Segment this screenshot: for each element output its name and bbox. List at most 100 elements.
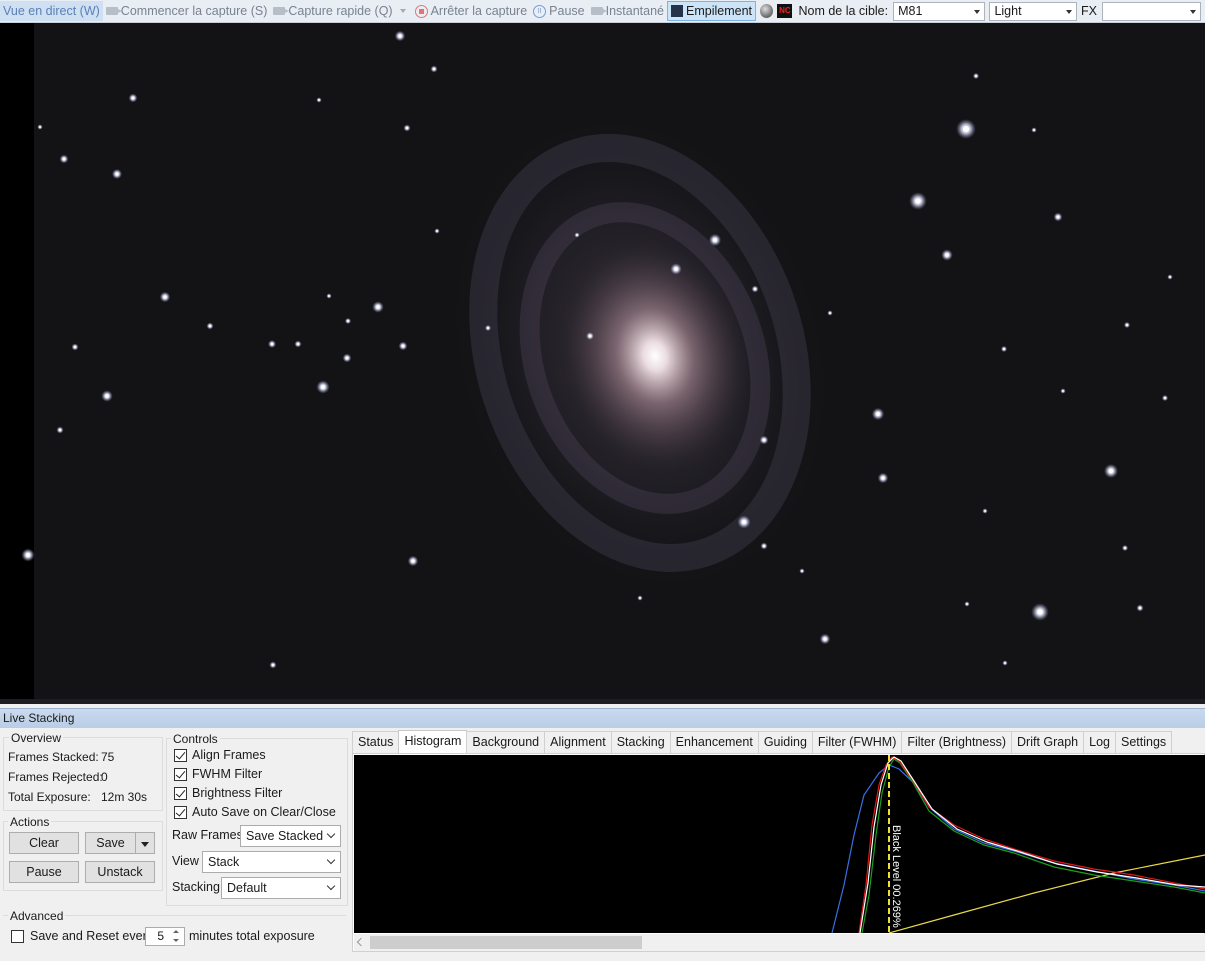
view-select[interactable]: Stack bbox=[202, 851, 341, 873]
stepper-down-icon[interactable] bbox=[170, 937, 182, 945]
pause-capture-button[interactable]: II Pause bbox=[530, 1, 587, 21]
scrollbar-thumb[interactable] bbox=[370, 936, 642, 949]
star bbox=[405, 126, 409, 130]
save-button[interactable]: Save bbox=[85, 832, 136, 854]
star bbox=[945, 253, 949, 257]
frames-stacked-value: 75 bbox=[101, 750, 115, 764]
snapshot-button[interactable]: Instantané bbox=[588, 1, 667, 21]
star bbox=[1124, 547, 1126, 549]
chevron-down-icon bbox=[326, 855, 336, 865]
stepper-up-icon[interactable] bbox=[170, 928, 182, 936]
star bbox=[208, 324, 212, 328]
stop-capture-button[interactable]: Arrêter la capture bbox=[412, 1, 531, 21]
minutes-suffix-label: minutes total exposure bbox=[189, 929, 315, 943]
star bbox=[271, 663, 275, 667]
save-reset-label: Save and Reset every bbox=[30, 929, 153, 943]
controls-heading: Controls bbox=[171, 732, 220, 746]
stacking-toggle[interactable]: Empilement bbox=[667, 1, 757, 21]
clear-button[interactable]: Clear bbox=[9, 832, 79, 854]
star bbox=[73, 345, 77, 349]
quick-capture-button[interactable]: Capture rapide (Q) bbox=[270, 1, 395, 21]
total-exposure-label: Total Exposure: bbox=[8, 790, 91, 804]
stacked-galaxy-image bbox=[0, 23, 1205, 704]
star bbox=[296, 342, 300, 346]
histogram-scrollbar[interactable] bbox=[354, 934, 1205, 951]
star bbox=[39, 126, 41, 128]
star bbox=[881, 476, 885, 480]
star bbox=[25, 552, 31, 558]
fx-label: FX bbox=[1081, 4, 1098, 18]
target-name-combo[interactable]: M81 bbox=[893, 1, 986, 21]
star bbox=[1138, 606, 1142, 610]
pause-stacking-button[interactable]: Pause bbox=[9, 861, 79, 883]
tab-stacking[interactable]: Stacking bbox=[610, 731, 671, 753]
tab-background[interactable]: Background bbox=[466, 731, 546, 753]
brightness-filter-checkbox[interactable] bbox=[174, 787, 187, 800]
minutes-stepper[interactable]: 5 bbox=[145, 927, 185, 946]
tab-enhancement[interactable]: Enhancement bbox=[669, 731, 759, 753]
star bbox=[576, 234, 578, 236]
tab-status[interactable]: Status bbox=[352, 731, 400, 753]
live-stacking-title-bar[interactable]: Live Stacking bbox=[0, 708, 1205, 728]
raw-frames-select[interactable]: Save Stacked bbox=[240, 825, 341, 847]
fwhm-filter-checkbox[interactable] bbox=[174, 768, 187, 781]
star bbox=[105, 394, 109, 398]
star bbox=[1164, 397, 1166, 399]
star bbox=[398, 34, 402, 38]
fwhm-filter-label: FWHM Filter bbox=[192, 767, 263, 781]
stop-capture-label: Arrêter la capture bbox=[430, 4, 528, 18]
stacking-tabs: Status Histogram Background Alignment Stacki… bbox=[352, 730, 1173, 754]
star bbox=[753, 287, 757, 291]
save-options-button[interactable] bbox=[135, 832, 155, 854]
tab-drift-graph[interactable]: Drift Graph bbox=[1011, 731, 1085, 753]
raw-frames-label: Raw Frames bbox=[172, 828, 243, 842]
stacking-select[interactable]: Default bbox=[221, 877, 341, 899]
fx-combo[interactable] bbox=[1102, 1, 1202, 21]
tab-filter-brightness[interactable]: Filter (Brightness) bbox=[901, 731, 1012, 753]
nc-icon[interactable]: NC bbox=[777, 4, 793, 18]
live-stacking-title: Live Stacking bbox=[3, 711, 75, 725]
histogram-chart: Black Level 00.269% bbox=[354, 755, 1205, 934]
frames-rejected-value: 0 bbox=[101, 770, 108, 784]
star bbox=[270, 342, 274, 346]
star bbox=[487, 327, 489, 329]
chevron-down-icon[interactable] bbox=[399, 9, 406, 13]
star bbox=[1004, 662, 1006, 664]
raw-frames-value: Save Stacked bbox=[246, 829, 324, 843]
scroll-left-icon[interactable] bbox=[356, 937, 366, 947]
tab-log[interactable]: Log bbox=[1083, 731, 1116, 753]
star bbox=[401, 344, 405, 348]
camera-icon bbox=[273, 7, 290, 15]
image-viewer[interactable] bbox=[0, 23, 1205, 704]
chevron-down-icon bbox=[326, 829, 336, 839]
star bbox=[1003, 348, 1005, 350]
tab-guiding[interactable]: Guiding bbox=[757, 731, 813, 753]
stacking-value: Default bbox=[227, 881, 267, 895]
star bbox=[1033, 129, 1035, 131]
histogram-view[interactable]: Black Level 00.269% bbox=[354, 755, 1205, 934]
tab-alignment[interactable]: Alignment bbox=[544, 731, 612, 753]
align-frames-checkbox[interactable] bbox=[174, 749, 187, 762]
start-capture-button[interactable]: Commencer la capture (S) bbox=[103, 1, 271, 21]
star bbox=[915, 198, 921, 204]
frame-type-combo[interactable]: Light bbox=[989, 1, 1078, 21]
star bbox=[876, 412, 880, 416]
target-name-label: Nom de la cible: bbox=[798, 4, 889, 18]
star bbox=[674, 267, 678, 271]
unstack-button[interactable]: Unstack bbox=[85, 861, 155, 883]
snapshot-icon bbox=[590, 7, 607, 15]
frames-stacked-label: Frames Stacked: bbox=[8, 750, 99, 764]
quick-capture-label: Capture rapide (Q) bbox=[288, 4, 393, 18]
overview-heading: Overview bbox=[9, 731, 64, 745]
sphere-icon[interactable] bbox=[760, 4, 774, 18]
star bbox=[320, 384, 326, 390]
minutes-value: 5 bbox=[157, 929, 164, 943]
save-reset-checkbox[interactable] bbox=[11, 930, 24, 943]
tab-settings[interactable]: Settings bbox=[1115, 731, 1173, 753]
tab-filter-fwhm[interactable]: Filter (FWHM) bbox=[811, 731, 903, 753]
star bbox=[328, 295, 330, 297]
tab-histogram[interactable]: Histogram bbox=[398, 730, 468, 754]
star bbox=[163, 295, 167, 299]
auto-save-checkbox[interactable] bbox=[174, 806, 187, 819]
live-view-button[interactable]: Vue en direct (W) bbox=[0, 1, 103, 21]
